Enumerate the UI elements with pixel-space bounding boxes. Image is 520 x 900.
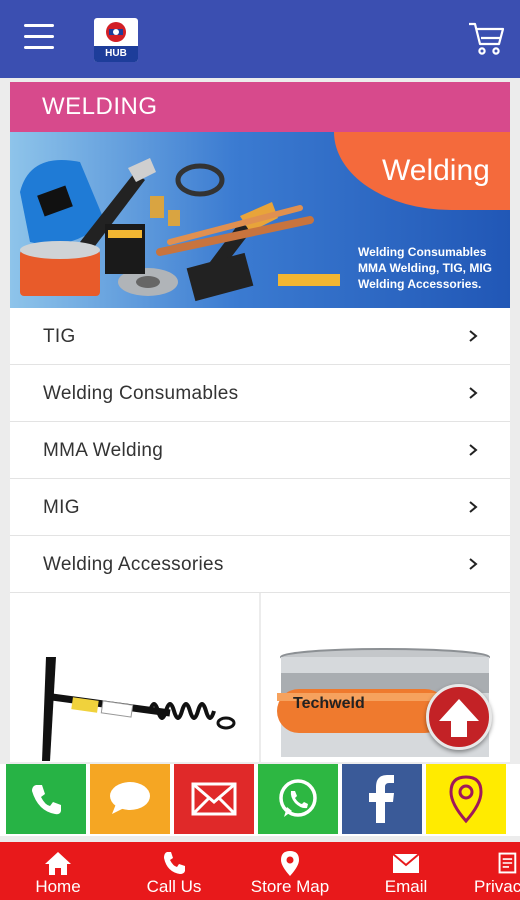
cart-icon (469, 22, 505, 55)
cart-button[interactable] (466, 18, 506, 58)
logo-text: HUB (94, 46, 138, 62)
document-icon (498, 852, 517, 874)
subcategory-mma-welding[interactable]: MMA Welding (10, 422, 510, 479)
nav-label: Privacy (474, 877, 520, 896)
share-location-button[interactable] (426, 764, 506, 834)
home-icon (45, 852, 71, 875)
scroll-to-top-button[interactable] (426, 684, 492, 750)
subcategory-welding-accessories[interactable]: Welding Accessories (10, 536, 510, 593)
chat-icon (110, 782, 150, 814)
share-facebook-button[interactable] (342, 764, 422, 834)
chevron-right-icon (469, 558, 478, 570)
nav-label: Store Map (250, 877, 330, 896)
subcategory-label: Welding Accessories (43, 554, 224, 575)
subcategory-mig[interactable]: MIG (10, 479, 510, 536)
nav-label: Email (384, 877, 428, 896)
app-header: HUB (0, 0, 520, 78)
nav-label: Call Us (146, 877, 202, 896)
whatsapp-icon (279, 779, 317, 817)
main-content: WELDING Welding Welding Consumables MMA … (10, 82, 510, 762)
subcategory-label: MIG (43, 497, 80, 518)
chevron-right-icon (469, 330, 478, 342)
banner-subtext: Welding Consumables MMA Welding, TIG, MI… (358, 245, 492, 291)
mail-icon (392, 853, 420, 873)
product-card-chipping-hammer[interactable] (10, 593, 259, 762)
subcategory-label: Welding Consumables (43, 383, 239, 404)
subcategory-label: TIG (43, 326, 76, 347)
map-pin-icon (281, 851, 299, 876)
nav-call-us[interactable]: Call Us (116, 842, 232, 900)
category-banner: Welding Welding Consumables MMA Welding,… (10, 132, 510, 308)
nav-store-map[interactable]: Store Map (232, 842, 348, 900)
hamburger-icon (24, 24, 54, 27)
map-pin-icon (449, 775, 483, 824)
bottom-navigation: Home Call Us Store Map Email Privacy (0, 842, 520, 900)
share-email-button[interactable] (174, 764, 254, 834)
nav-privacy[interactable]: Privacy (464, 842, 520, 900)
mail-icon (191, 782, 237, 816)
logo-emblem-icon (94, 18, 138, 46)
share-whatsapp-button[interactable] (258, 764, 338, 834)
chevron-right-icon (469, 387, 478, 399)
chevron-right-icon (469, 444, 478, 456)
subcategory-tig[interactable]: TIG (10, 308, 510, 365)
share-sms-button[interactable] (90, 764, 170, 834)
phone-icon (164, 852, 185, 874)
menu-button[interactable] (24, 24, 54, 52)
subcategory-label: MMA Welding (43, 440, 164, 461)
product-brand-text: Techweld (293, 695, 365, 712)
chevron-right-icon (469, 501, 478, 513)
brand-logo[interactable]: HUB (94, 18, 138, 62)
share-call-button[interactable] (6, 764, 86, 834)
banner-headline: Welding (382, 154, 490, 187)
arrow-up-icon (439, 699, 479, 737)
phone-icon (32, 785, 61, 815)
chipping-hammer-image (42, 657, 236, 761)
nav-label: Home (35, 877, 81, 896)
share-bar (0, 764, 520, 836)
category-title: WELDING (10, 82, 510, 132)
subcategory-welding-consumables[interactable]: Welding Consumables (10, 365, 510, 422)
nav-home[interactable]: Home (0, 842, 116, 900)
welding-products-image (20, 158, 340, 302)
facebook-icon (369, 775, 394, 823)
nav-email[interactable]: Email (348, 842, 464, 900)
